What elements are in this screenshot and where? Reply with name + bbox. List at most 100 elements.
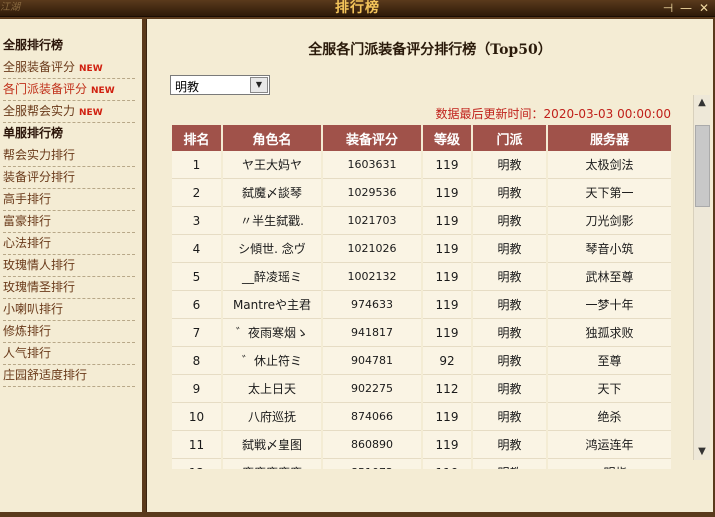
table-cell: 119 (422, 262, 473, 291)
close-icon[interactable]: ✕ (697, 1, 711, 15)
chevron-down-icon[interactable]: ▼ (250, 77, 268, 93)
sidebar-item[interactable]: 玫瑰情人排行 (3, 255, 135, 277)
sidebar: 全服排行榜全服装备评分 NEW 各门派装备评分 NEW 全服帮会实力 NEW 单服排行榜帮会… (0, 19, 144, 512)
sidebar-item-label: 全服装备评分 (3, 60, 76, 74)
table-row: 10 八府巡抚 874066 119 明教 绝杀 (172, 402, 672, 431)
table-cell: 4 (172, 234, 223, 263)
sidebar-item[interactable]: 装备评分排行 (3, 167, 135, 189)
column-header: 排名 (172, 125, 223, 151)
sidebar-item-label: 人气排行 (3, 346, 52, 360)
table-cell: 独孤求败 (547, 318, 672, 347)
pin-icon[interactable]: ⊣ (661, 1, 675, 15)
table-row: 3 〃半生弑戳. 1021703 119 明教 刀光剑影 (172, 206, 672, 235)
table-cell: 860890 (322, 430, 423, 459)
table-cell: 弑戦〆皇图 (222, 430, 323, 459)
table-cell: ヤ王大妈ヤ (222, 151, 323, 179)
column-header: 角色名 (222, 125, 323, 151)
title-bar: 江湖 排行榜 ⊣ — ✕ (0, 0, 715, 17)
page-title: 全服各门派装备评分排行榜（Top50） (308, 42, 552, 58)
table-cell: 鹿鹿鹿鹿鹿 (222, 458, 323, 469)
scroll-thumb[interactable] (695, 125, 710, 207)
table-cell: 119 (422, 402, 473, 431)
table-cell: 119 (422, 206, 473, 235)
ranking-table: 排名 角色名 装备评分 等级 门派 服务器 1 ヤ王大妈ヤ 1603631 119 明教 太极剑法 2… (172, 125, 672, 469)
table-cell: 119 (422, 318, 473, 347)
table-cell: 119 (422, 458, 473, 469)
sidebar-item-label: 高手排行 (3, 192, 52, 206)
table-cell: 至尊 (547, 346, 672, 375)
sidebar-item[interactable]: 全服装备评分 NEW (3, 57, 135, 79)
table-cell: 11 (172, 430, 223, 459)
sidebar-heading: 全服排行榜 (3, 35, 135, 56)
table-cell: 武林至尊 (547, 262, 672, 291)
table-cell: ゛休止符ミ (222, 346, 323, 375)
table-cell: 明教 (472, 346, 548, 375)
sidebar-item[interactable]: 富豪排行 (3, 211, 135, 233)
column-header: 门派 (472, 125, 548, 151)
table-cell: 1 (172, 151, 223, 179)
table-row: 1 ヤ王大妈ヤ 1603631 119 明教 太极剑法 (172, 151, 672, 179)
table-cell: Mantreや主君 (222, 290, 323, 319)
sidebar-item[interactable]: 心法排行 (3, 233, 135, 255)
main-panel: 全服各门派装备评分排行榜（Top50） 明教 ▼ 数据最后更新时间：2020-0… (146, 19, 713, 512)
table-cell: 851072 (322, 458, 423, 469)
table-cell: 904781 (322, 346, 423, 375)
table-cell: __醉凌瑶ミ (222, 262, 323, 291)
scroll-down-icon[interactable]: ▼ (694, 444, 710, 460)
sect-select[interactable]: 明教 ▼ (170, 75, 270, 95)
table-cell: 明教 (472, 151, 548, 179)
table-cell: 弑魔〆談琴 (222, 178, 323, 207)
vertical-scrollbar[interactable]: ▲ ▼ (693, 95, 710, 460)
table-cell: 874066 (322, 402, 423, 431)
sidebar-item[interactable]: 玫瑰情圣排行 (3, 277, 135, 299)
table-row: 11 弑戦〆皇图 860890 119 明教 鸿运连年 (172, 430, 672, 459)
sidebar-item-label: 各门派装备评分 (3, 82, 88, 96)
table-row: 6 Mantreや主君 974633 119 明教 一梦十年 (172, 290, 672, 319)
table-cell: 明教 (472, 402, 548, 431)
sidebar-item-label: 全服帮会实力 (3, 104, 76, 118)
sidebar-item[interactable]: 修炼排行 (3, 321, 135, 343)
sidebar-item[interactable]: 小喇叭排行 (3, 299, 135, 321)
table-cell: 一梦十年 (547, 290, 672, 319)
sidebar-item[interactable]: 庄园舒适度排行 (3, 365, 135, 387)
column-header: 服务器 (547, 125, 672, 151)
sidebar-item[interactable]: 高手排行 (3, 189, 135, 211)
table-cell: 明教 (472, 318, 548, 347)
sidebar-item-label: 庄园舒适度排行 (3, 368, 88, 382)
table-cell: 902275 (322, 374, 423, 403)
table-row: 7 ゛夜雨寒烟ゝ 941817 119 明教 独孤求败 (172, 318, 672, 347)
table-row: 12鹿鹿鹿鹿鹿851072119明教一明指 (172, 458, 672, 469)
table-cell: 〃半生弑戳. (222, 206, 323, 235)
sidebar-item[interactable]: 各门派装备评分 NEW (3, 79, 135, 101)
sidebar-item-label: 帮会实力排行 (3, 148, 76, 162)
table-cell: 12 (172, 458, 223, 469)
sidebar-item-label: 全服排行榜 (3, 38, 64, 52)
minimize-icon[interactable]: — (679, 1, 693, 15)
table-cell: 刀光剑影 (547, 206, 672, 235)
table-row: 9 太上日天 902275 112 明教 天下 (172, 374, 672, 403)
table-cell: 941817 (322, 318, 423, 347)
table-cell: 天下 (547, 374, 672, 403)
table-cell: 119 (422, 151, 473, 179)
window-title: 排行榜 (335, 0, 380, 16)
table-cell: 3 (172, 206, 223, 235)
table-cell: 明教 (472, 206, 548, 235)
sidebar-item[interactable]: 全服帮会实力 NEW (3, 101, 135, 123)
table-cell: 1603631 (322, 151, 423, 179)
sidebar-item-label: 心法排行 (3, 236, 52, 250)
table-cell: 7 (172, 318, 223, 347)
sidebar-item-label: 玫瑰情圣排行 (3, 280, 76, 294)
table-cell: 明教 (472, 234, 548, 263)
table-cell: 6 (172, 290, 223, 319)
table-cell: 92 (422, 346, 473, 375)
sidebar-item[interactable]: 帮会实力排行 (3, 145, 135, 167)
table-body: 1 ヤ王大妈ヤ 1603631 119 明教 太极剑法 2 弑魔〆談琴 1029536 119 明教… (172, 151, 672, 469)
sidebar-heading: 单服排行榜 (3, 123, 135, 144)
sidebar-item-label: 玫瑰情人排行 (3, 258, 76, 272)
sect-select-value: 明教 (175, 80, 200, 94)
table-cell: 明教 (472, 262, 548, 291)
scroll-up-icon[interactable]: ▲ (694, 95, 710, 111)
table-cell: 112 (422, 374, 473, 403)
sidebar-item[interactable]: 人气排行 (3, 343, 135, 365)
sidebar-item-label: 单服排行榜 (3, 126, 64, 140)
